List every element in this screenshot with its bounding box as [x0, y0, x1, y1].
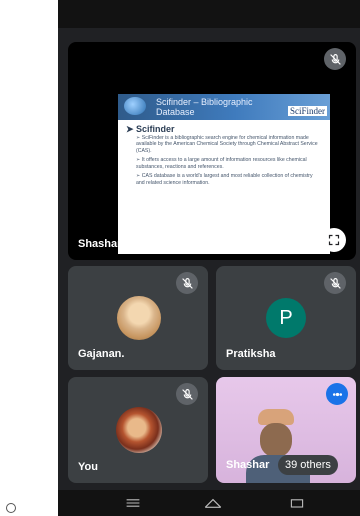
shared-slide: Scifinder – Bibliographic Database SciFi… [118, 94, 330, 254]
slide-bullet: ➢ CAS database is a world's largest and … [136, 173, 313, 186]
menu-icon[interactable] [118, 494, 148, 512]
mic-off-icon [176, 383, 198, 405]
fullscreen-icon [328, 234, 340, 246]
face [260, 423, 292, 457]
slide-title: Scifinder – Bibliographic Database [156, 97, 253, 117]
participant-name: Shashar [226, 459, 270, 471]
participant-tile-gajanan[interactable]: Gajanan. [68, 266, 208, 370]
slide-body: ➤ Scifinder ➢ SciFinder is a bibliograph… [126, 124, 322, 189]
avatar: P [266, 298, 306, 338]
participant-tile-pratiksha[interactable]: P Pratiksha [216, 266, 356, 370]
slide-header: Scifinder – Bibliographic Database SciFi… [118, 94, 330, 120]
participant-tile-shashank[interactable]: Shashar 39 others [216, 377, 356, 483]
others-count-badge[interactable]: 39 others [278, 455, 338, 475]
scifinder-logo: SciFinder [288, 106, 327, 116]
slide-bullet: ➢ SciFinder is a bibliographic search en… [136, 134, 318, 154]
slide-heading: ➤ Scifinder [126, 124, 175, 134]
speaking-indicator-icon [326, 383, 348, 405]
meet-call-screen: Scifinder – Bibliographic Database SciFi… [58, 0, 360, 516]
participant-name: Gajanan. [78, 348, 125, 360]
slide-bullet: ➢ It offers access to a large amount of … [136, 157, 307, 170]
presentation-tile[interactable]: Scifinder – Bibliographic Database SciFi… [68, 42, 356, 260]
mic-off-icon [324, 272, 346, 294]
participant-name: You [78, 461, 98, 473]
participant-name: Pratiksha [226, 348, 276, 360]
globe-icon [124, 97, 146, 115]
mic-off-icon [176, 272, 198, 294]
fullscreen-button[interactable] [322, 228, 346, 252]
home-icon[interactable] [198, 494, 228, 512]
avatar [117, 296, 161, 340]
side-circle-icon [6, 503, 16, 513]
mic-off-icon [324, 48, 346, 70]
status-bar [58, 0, 360, 28]
navigation-bar [58, 490, 360, 516]
avatar [116, 407, 162, 453]
participant-tile-you[interactable]: You [68, 377, 208, 483]
presenter-label: Shashank is presenting [78, 238, 202, 250]
back-icon[interactable] [282, 494, 312, 512]
